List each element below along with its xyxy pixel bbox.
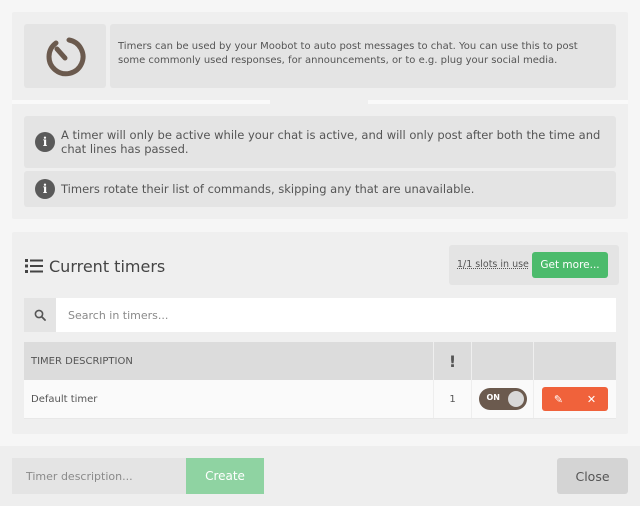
- list-icon: [25, 258, 43, 274]
- table-row[interactable]: Default timer 1 ON ✎ ✕: [24, 380, 616, 419]
- timers-heading: Current timers: [25, 256, 165, 276]
- close-button[interactable]: Close: [557, 458, 628, 494]
- timers-title: Current timers: [49, 256, 166, 276]
- slots-box: 1/1 slots in use Get more...: [449, 245, 619, 285]
- timers-table: TIMER DESCRIPTION ! Default timer 1 ON ✎: [24, 342, 616, 419]
- search-icon-box: [24, 298, 56, 332]
- intro-header: Timers can be used by your Moobot to aut…: [12, 12, 628, 100]
- timer-description-input[interactable]: [12, 458, 186, 494]
- pencil-icon: ✎: [553, 392, 564, 406]
- timer-icon: [46, 37, 86, 77]
- info-icon: i: [35, 179, 55, 199]
- table-header: TIMER DESCRIPTION !: [24, 342, 616, 380]
- timer-lines: 1: [434, 380, 472, 418]
- column-header-actions: [534, 342, 616, 380]
- search-input[interactable]: [56, 298, 616, 332]
- intro-icon-box: [24, 24, 106, 88]
- column-header-lines[interactable]: !: [434, 342, 472, 380]
- notice-text: Timers rotate their list of commands, sk…: [61, 182, 475, 196]
- close-icon: ✕: [586, 392, 597, 406]
- info-icon: i: [35, 132, 55, 152]
- timers-panel: Current timers 1/1 slots in use Get more…: [12, 232, 628, 434]
- notice-rotate: i Timers rotate their list of commands, …: [24, 171, 616, 207]
- edit-timer-button[interactable]: ✎: [542, 387, 575, 411]
- search-bar: [24, 298, 616, 332]
- toggle-cell: ON: [472, 380, 534, 418]
- timer-enabled-toggle[interactable]: ON: [478, 388, 527, 410]
- intro-description: Timers can be used by your Moobot to aut…: [110, 24, 616, 88]
- intro-panel: Timers can be used by your Moobot to aut…: [12, 12, 628, 219]
- column-header-description[interactable]: TIMER DESCRIPTION: [24, 342, 434, 380]
- slots-usage[interactable]: 1/1 slots in use: [457, 259, 529, 270]
- timer-description: Default timer: [24, 380, 434, 418]
- delete-timer-button[interactable]: ✕: [575, 387, 608, 411]
- notice-text: A timer will only be active while your c…: [61, 128, 601, 156]
- column-header-toggle: [472, 342, 534, 380]
- toggle-label: ON: [486, 393, 501, 402]
- divider: [12, 100, 628, 104]
- footer: Create Close: [0, 446, 640, 506]
- toggle-knob: [507, 391, 524, 407]
- notice-active-chat: i A timer will only be active while your…: [24, 116, 616, 168]
- get-more-button[interactable]: Get more...: [532, 252, 608, 278]
- create-button[interactable]: Create: [186, 458, 264, 494]
- actions-cell: ✎ ✕: [534, 380, 616, 418]
- search-icon: [34, 309, 46, 321]
- row-actions: ✎ ✕: [542, 387, 608, 411]
